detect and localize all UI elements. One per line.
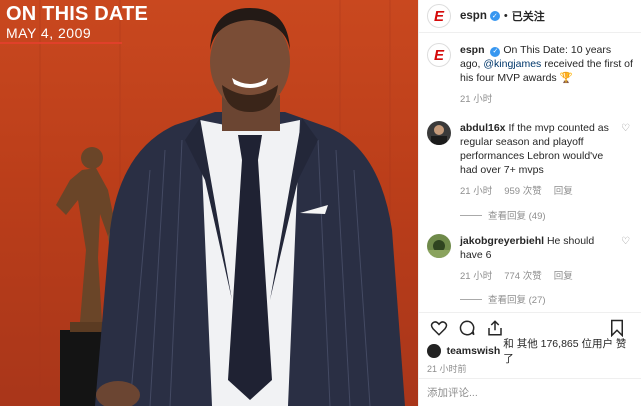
photo-illustration bbox=[39, 0, 405, 406]
comment-input-placeholder: 添加评论... bbox=[427, 387, 478, 399]
post-timestamp: 21 小时前 bbox=[427, 364, 467, 374]
view-replies[interactable]: 查看回复 (27) bbox=[460, 292, 633, 306]
heart-icon[interactable] bbox=[427, 316, 451, 340]
post-sidebar: E espn ✓ • 已关注 E espn ✓ On This Date: 10… bbox=[418, 0, 641, 406]
espn-logo-icon: E bbox=[433, 46, 444, 64]
header-handle[interactable]: espn bbox=[460, 10, 487, 22]
comment-time[interactable]: 21 小时 bbox=[460, 270, 492, 284]
caption-mention[interactable]: @kingjames bbox=[483, 58, 541, 70]
view-replies-label: 查看回复 (27) bbox=[488, 295, 546, 306]
comment-user[interactable]: abdul16x bbox=[460, 122, 506, 134]
comment-input[interactable]: 添加评论... bbox=[419, 378, 641, 406]
photo-title-underline bbox=[0, 42, 122, 44]
list-item: jakobgreyerbiehl He should have 6 21 小时 … bbox=[427, 234, 633, 284]
comment-icon[interactable] bbox=[455, 316, 479, 340]
avatar[interactable] bbox=[427, 234, 451, 258]
avatar[interactable] bbox=[427, 121, 451, 145]
likes-user[interactable]: teamswish bbox=[447, 345, 501, 357]
view-replies-label: 查看回复 (49) bbox=[488, 211, 546, 222]
heart-icon[interactable]: ♡ bbox=[621, 236, 633, 284]
view-replies[interactable]: 查看回复 (49) bbox=[460, 208, 633, 222]
likes-summary: teamswish 和 其他 176,865 位用户 赞了 bbox=[419, 338, 641, 365]
avatar[interactable]: E bbox=[427, 4, 451, 28]
replies-line bbox=[460, 214, 482, 216]
post-header: E espn ✓ • 已关注 bbox=[419, 0, 641, 33]
replies-line bbox=[460, 298, 482, 300]
reply-button[interactable]: 回复 bbox=[554, 270, 573, 284]
comments-list[interactable]: E espn ✓ On This Date: 10 years ago, @ki… bbox=[419, 33, 641, 312]
list-item: abdul16x If the mvp counted as regular s… bbox=[427, 121, 633, 199]
heart-icon[interactable]: ♡ bbox=[621, 123, 633, 199]
photo-title: ON THIS DATE bbox=[6, 3, 149, 25]
reply-button[interactable]: 回复 bbox=[554, 185, 573, 199]
comment-time[interactable]: 21 小时 bbox=[460, 185, 492, 199]
caption-handle[interactable]: espn bbox=[460, 44, 485, 56]
espn-logo-icon: E bbox=[433, 7, 444, 25]
photo-date: MAY 4, 2009 bbox=[6, 25, 92, 41]
following-button[interactable]: 已关注 bbox=[512, 8, 545, 24]
caption: E espn ✓ On This Date: 10 years ago, @ki… bbox=[427, 43, 633, 107]
verified-icon: ✓ bbox=[490, 47, 501, 57]
avatar[interactable]: E bbox=[427, 43, 451, 67]
comment-likes[interactable]: 774 次赞 bbox=[504, 270, 542, 284]
post-photo: ON THIS DATE MAY 4, 2009 bbox=[0, 0, 418, 406]
verified-icon: ✓ bbox=[489, 11, 500, 21]
comment-likes[interactable]: 959 次赞 bbox=[504, 185, 542, 199]
caption-time[interactable]: 21 小时 bbox=[460, 93, 492, 107]
comment-user[interactable]: jakobgreyerbiehl bbox=[460, 235, 544, 247]
avatar[interactable] bbox=[427, 344, 441, 358]
separator-dot: • bbox=[503, 10, 508, 22]
